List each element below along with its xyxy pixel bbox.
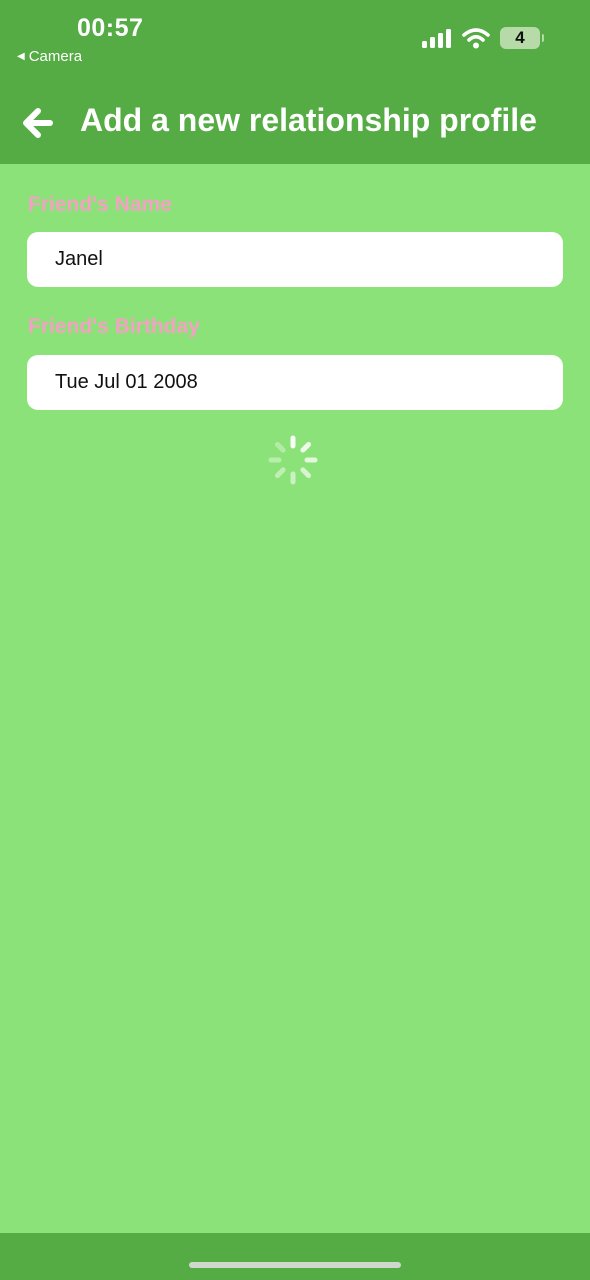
loading-spinner-icon — [268, 435, 318, 485]
status-back-to-app[interactable]: ◀ Camera — [17, 48, 82, 65]
bottom-bar — [0, 1233, 590, 1280]
back-triangle-icon: ◀ — [17, 51, 25, 62]
friend-birthday-value: Tue Jul 01 2008 — [55, 371, 198, 393]
status-back-label: Camera — [28, 48, 83, 65]
cellular-signal-icon — [422, 29, 451, 48]
status-icons: 4 — [422, 27, 544, 49]
back-arrow-icon[interactable] — [20, 106, 54, 140]
friend-name-label: Friend's Name — [28, 193, 172, 216]
friend-name-input[interactable]: Janel — [27, 232, 563, 287]
page-title: Add a new relationship profile — [80, 102, 537, 138]
friend-birthday-label: Friend's Birthday — [28, 315, 200, 338]
battery-level: 4 — [515, 28, 525, 47]
friend-name-value: Janel — [55, 248, 103, 270]
wifi-icon — [462, 28, 490, 49]
status-time: 00:57 — [77, 14, 144, 42]
battery-icon: 4 — [500, 27, 544, 49]
friend-birthday-input[interactable]: Tue Jul 01 2008 — [27, 355, 563, 410]
app-header: 00:57 ◀ Camera 4 Add a new relationship … — [0, 0, 590, 164]
home-indicator[interactable] — [189, 1262, 401, 1268]
